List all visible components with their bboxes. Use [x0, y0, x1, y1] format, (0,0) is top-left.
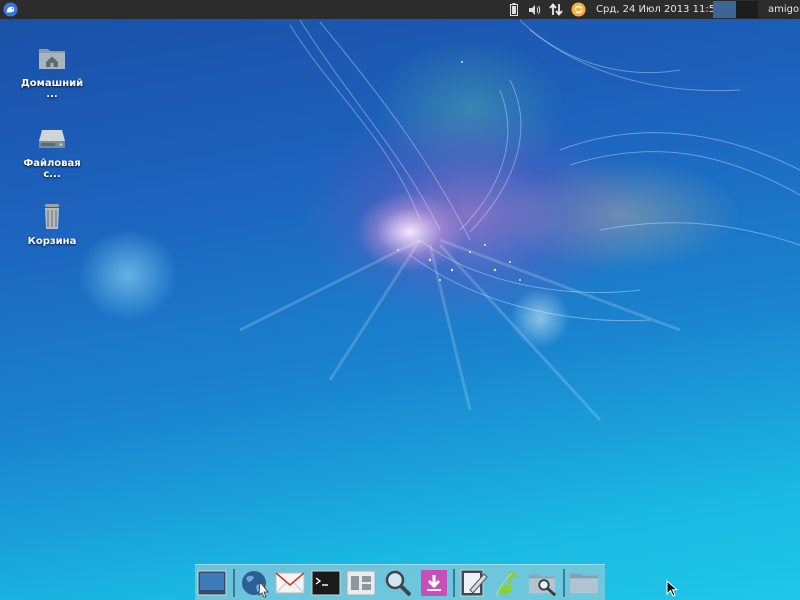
applications-menu-button[interactable] — [1, 0, 19, 19]
battery-icon — [510, 3, 518, 16]
user-menu[interactable]: amigo — [768, 0, 800, 19]
clock[interactable]: Срд, 24 Июл 2013 11:53 — [596, 0, 721, 19]
mail-icon — [275, 572, 305, 594]
dock-terminal[interactable] — [311, 568, 341, 598]
desktop-background[interactable]: Срд, 24 Июл 2013 11:53 amigo Домашний ..… — [0, 0, 800, 600]
xfce-mouse-icon — [2, 2, 18, 17]
mouse-pointer-icon — [666, 580, 678, 597]
dock-music-player[interactable] — [493, 568, 523, 598]
top-panel: Срд, 24 Июл 2013 11:53 amigo — [0, 0, 800, 19]
show-desktop-icon — [197, 570, 227, 596]
updates-icon — [570, 2, 586, 17]
dock-panel — [195, 564, 605, 600]
updates-indicator[interactable] — [569, 0, 587, 19]
desktop-icon-label: Корзина — [27, 236, 77, 247]
dock-file-manager[interactable] — [346, 568, 376, 598]
desktop-icon-label: Файловая с... — [23, 158, 81, 180]
dock-text-editor[interactable] — [459, 568, 489, 598]
dock-download[interactable] — [419, 568, 449, 598]
dock-search[interactable] — [383, 568, 413, 598]
network-icon — [549, 3, 563, 16]
dock-separator — [563, 569, 565, 597]
file-manager-icon — [346, 570, 376, 596]
text-editor-icon — [460, 569, 488, 597]
image-viewer-icon — [528, 574, 557, 597]
battery-indicator[interactable] — [508, 0, 520, 19]
download-icon — [421, 570, 447, 596]
dock-mail[interactable] — [275, 568, 305, 598]
dock-show-desktop[interactable] — [197, 568, 227, 598]
desktop-icon-label: Домашний ... — [20, 78, 84, 100]
desktop-icon-home[interactable]: Домашний ... — [14, 42, 90, 100]
volume-control[interactable] — [526, 0, 543, 19]
workspace-1-button[interactable] — [713, 1, 736, 18]
search-icon — [385, 570, 412, 597]
drive-icon — [39, 130, 65, 148]
home-folder-icon — [39, 49, 65, 69]
desktop-icon-trash[interactable]: Корзина — [14, 200, 90, 247]
terminal-icon — [311, 570, 341, 596]
dock-separator — [453, 569, 455, 597]
dock-web-browser[interactable] — [240, 568, 270, 598]
dock-image-viewer[interactable] — [528, 568, 558, 598]
volume-icon — [528, 4, 540, 15]
folder-icon — [569, 573, 599, 594]
web-browser-icon — [242, 571, 269, 598]
workspace-2-button[interactable] — [736, 1, 758, 18]
music-player-icon — [495, 571, 518, 597]
wallpaper-swirl — [239, 19, 800, 422]
dock-separator — [233, 569, 235, 597]
dock-folder[interactable] — [569, 568, 599, 598]
trash-icon — [45, 204, 59, 229]
desktop-icon-filesystem[interactable]: Файловая с... — [14, 122, 90, 180]
network-indicator[interactable] — [548, 0, 564, 19]
